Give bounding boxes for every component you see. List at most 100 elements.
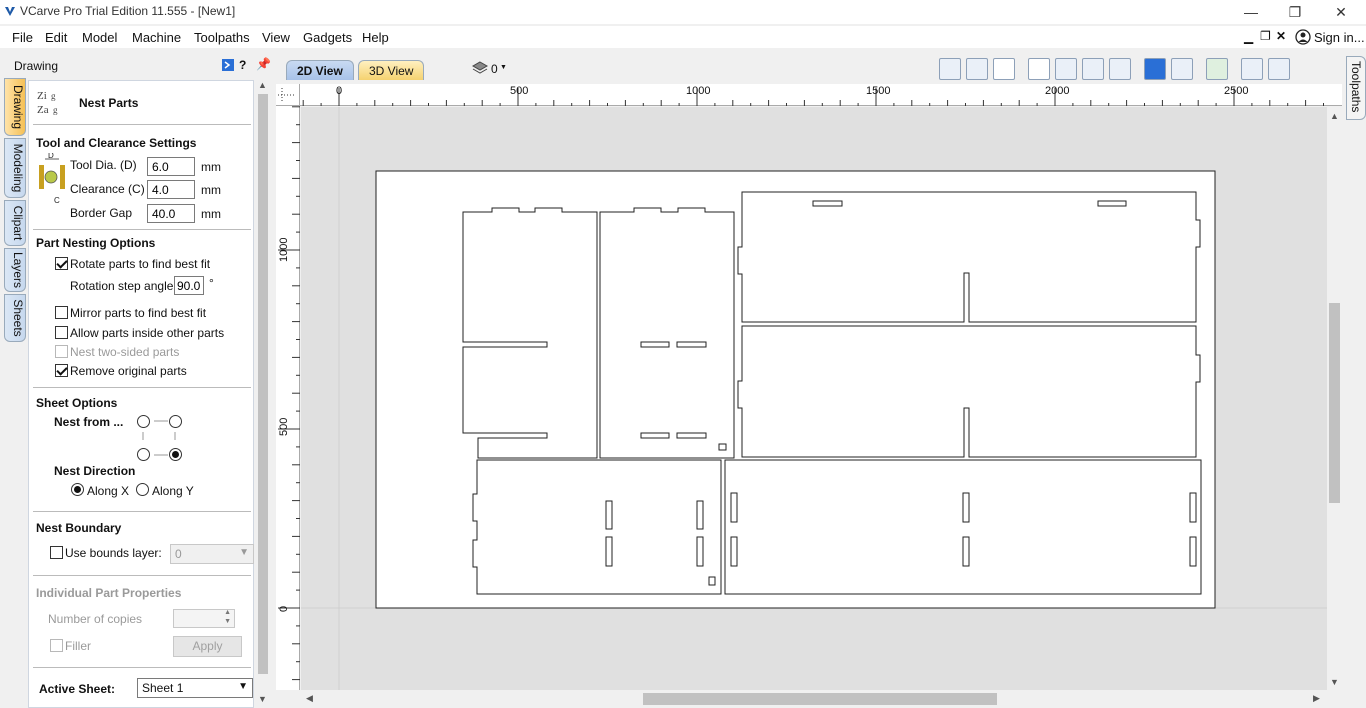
rotate-checkbox[interactable]	[55, 257, 68, 270]
ruler-origin-icon	[278, 88, 296, 102]
app-logo-icon	[5, 7, 15, 16]
drawing-panel-header: Drawing ? 📌	[0, 56, 271, 76]
mdi-restore-icon[interactable]: ❐	[1260, 29, 1271, 43]
tab-modeling[interactable]: Modeling	[4, 138, 26, 198]
menu-file[interactable]: File	[12, 30, 33, 45]
layer-dropdown-icon[interactable]: ▼	[500, 64, 507, 71]
divider	[33, 575, 251, 576]
tab-drawing[interactable]: Drawing	[4, 78, 26, 136]
menu-model[interactable]: Model	[82, 30, 117, 45]
individual-section-heading: Individual Part Properties	[36, 586, 182, 600]
zoom-in-icon[interactable]	[1055, 58, 1077, 80]
user-icon[interactable]	[1295, 29, 1311, 45]
tab-sheets[interactable]: Sheets	[4, 294, 26, 342]
use-bounds-checkbox[interactable]	[50, 546, 63, 559]
rotate-label: Rotate parts to find best fit	[70, 257, 211, 271]
menu-edit[interactable]: Edit	[45, 30, 67, 45]
scroll-up-icon[interactable]: ▲	[258, 80, 267, 90]
scroll-left-icon[interactable]: ◀	[306, 693, 313, 704]
border-gap-input[interactable]	[147, 204, 195, 223]
scroll-down-icon[interactable]: ▼	[1330, 677, 1339, 687]
tab-2d-view[interactable]: 2D View	[286, 60, 354, 80]
restore-button[interactable]: ❐	[1280, 2, 1310, 22]
divider	[33, 667, 251, 668]
clearance-input[interactable]	[147, 180, 195, 199]
nest-from-top-right-radio[interactable]	[169, 415, 182, 428]
toolpath-preview-icon[interactable]	[1171, 58, 1193, 80]
window-title: VCarve Pro Trial Edition 11.555 - [New1]	[20, 4, 236, 18]
nest-from-bottom-left-radio[interactable]	[137, 448, 150, 461]
tool-dia-unit: mm	[201, 160, 221, 174]
minimize-button[interactable]: —	[1236, 2, 1266, 22]
ruler-label-x1000: 1000	[686, 85, 711, 97]
ruler-label-x2000: 2000	[1045, 85, 1070, 97]
tab-layers[interactable]: Layers	[4, 248, 26, 292]
nested-parts-drawing	[301, 107, 1327, 690]
ruler-label-y0: 0	[278, 605, 290, 612]
mdi-minimize-icon[interactable]: ▁	[1244, 30, 1253, 44]
menu-toolpaths[interactable]: Toolpaths	[194, 30, 250, 45]
clearance-unit: mm	[201, 183, 221, 197]
bounds-layer-select: 0 ▼	[170, 544, 254, 564]
canvas-horizontal-scrollbar[interactable]: ◀ ▶	[301, 690, 1327, 708]
zoom-box-icon[interactable]	[1082, 58, 1104, 80]
rotation-step-input[interactable]	[174, 276, 204, 295]
tab-3d-view[interactable]: 3D View	[358, 60, 425, 80]
grid-icon[interactable]	[993, 58, 1015, 80]
active-sheet-select[interactable]: Sheet 1 ▼	[137, 678, 253, 698]
canvas-vscroll-thumb[interactable]	[1329, 303, 1340, 503]
mdi-close-icon[interactable]: ✕	[1276, 29, 1286, 43]
divider	[33, 124, 251, 125]
horizontal-split-icon[interactable]	[1241, 58, 1263, 80]
nest-direction-label: Nest Direction	[54, 464, 136, 478]
pan-icon[interactable]	[1028, 58, 1050, 80]
menu-gadgets[interactable]: Gadgets	[303, 30, 352, 45]
svg-text:C: C	[54, 196, 60, 205]
drawing-canvas[interactable]	[301, 107, 1327, 690]
panel-scroll-thumb[interactable]	[258, 94, 268, 674]
layer-value[interactable]: 0	[491, 62, 498, 76]
ruler-ticks-vertical	[278, 106, 300, 681]
tool-dia-input[interactable]	[147, 157, 195, 176]
scroll-right-icon[interactable]: ▶	[1313, 693, 1320, 704]
nest-parts-panel: Zi g Za g Nest Parts Tool and Clearance …	[28, 80, 254, 708]
along-x-radio[interactable]	[71, 483, 84, 496]
vertical-split-icon[interactable]	[1268, 58, 1290, 80]
title-bar: VCarve Pro Trial Edition 11.555 - [New1]…	[0, 0, 1366, 24]
nest-from-top-left-radio[interactable]	[137, 415, 150, 428]
remove-original-checkbox[interactable]	[55, 364, 68, 377]
panel-title: Nest Parts	[79, 96, 139, 110]
close-button[interactable]: ✕	[1326, 2, 1356, 22]
inside-parts-checkbox[interactable]	[55, 326, 68, 339]
menu-machine[interactable]: Machine	[132, 30, 181, 45]
menu-view[interactable]: View	[262, 30, 290, 45]
help-icon[interactable]: ?	[239, 58, 246, 72]
tab-toolpaths[interactable]: Toolpaths	[1346, 56, 1366, 120]
canvas-hscroll-thumb[interactable]	[643, 693, 997, 705]
vertical-ruler: 1000 500 0	[276, 106, 300, 690]
panel-scrollbar[interactable]: ▲ ▼	[256, 80, 270, 708]
divider	[33, 387, 251, 388]
canvas-vertical-scrollbar[interactable]: ▲ ▼	[1327, 107, 1342, 690]
scroll-up-icon[interactable]: ▲	[1330, 111, 1339, 121]
spin-up-icon: ▲	[224, 609, 231, 616]
panel-expand-icon[interactable]	[221, 58, 235, 72]
layers-icon[interactable]	[472, 60, 488, 76]
ruler-ticks	[302, 88, 1324, 106]
chevron-down-icon: ▼	[238, 681, 248, 692]
zoom-material-icon[interactable]	[966, 58, 988, 80]
scroll-down-icon[interactable]: ▼	[258, 694, 267, 704]
tree-icon[interactable]	[1206, 58, 1228, 80]
filler-label: Filler	[65, 639, 91, 653]
sign-in-link[interactable]: Sign in...	[1314, 30, 1365, 45]
pin-icon[interactable]: 📌	[256, 57, 271, 71]
along-y-radio[interactable]	[136, 483, 149, 496]
nest-from-label: Nest from ...	[54, 415, 124, 429]
menu-help[interactable]: Help	[362, 30, 389, 45]
zoom-extents-icon[interactable]	[939, 58, 961, 80]
nest-from-bottom-right-radio[interactable]	[169, 448, 182, 461]
snap-icon[interactable]	[1144, 58, 1166, 80]
ruler-label-x0: 0	[336, 85, 343, 97]
zoom-selection-icon[interactable]	[1109, 58, 1131, 80]
mirror-checkbox[interactable]	[55, 306, 68, 319]
